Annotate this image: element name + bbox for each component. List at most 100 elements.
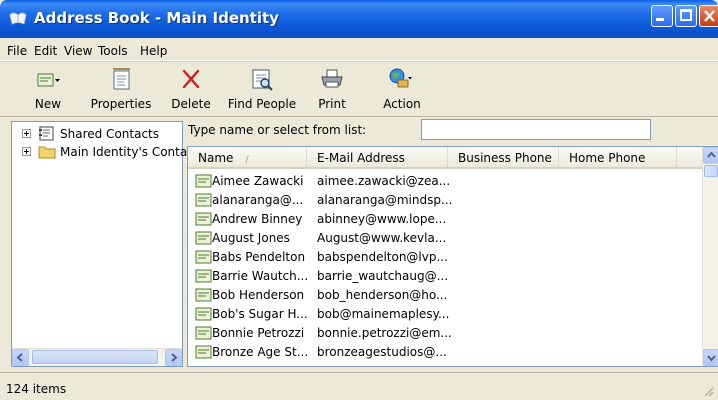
contact-card-icon (195, 231, 212, 245)
action-button[interactable]: Action (382, 62, 422, 116)
scroll-thumb[interactable] (704, 165, 718, 177)
contact-card-icon (195, 345, 212, 359)
shared-contacts-icon (39, 126, 54, 141)
contact-name: Babs Pendelton (212, 250, 306, 264)
chevron-up-icon (707, 151, 716, 158)
list-header: Name / E-Mail Address Business Phone Home… (188, 147, 704, 169)
chevron-right-icon (171, 353, 178, 362)
new-button[interactable]: New (30, 62, 66, 116)
table-row[interactable]: Bonnie Petrozzi bonnie.petrozzi@em... (188, 324, 704, 342)
new-label: New (34, 97, 62, 111)
menu-file[interactable]: File (7, 44, 27, 58)
status-bar: 124 items (0, 372, 718, 400)
contact-email: aimee.zawacki@zea... (317, 174, 451, 188)
contact-email: August@www.kevla... (317, 231, 447, 245)
contact-card-icon (195, 326, 212, 340)
contact-email: bob@mainemaplesy... (317, 307, 450, 321)
menu-tools[interactable]: Tools (98, 44, 128, 58)
contact-card-icon (195, 307, 212, 321)
search-label: Type name or select from list: (188, 123, 367, 137)
contact-card-icon (195, 288, 212, 302)
scroll-left-button[interactable] (12, 349, 29, 366)
folder-tree[interactable]: Shared Contacts Main Identity's Conta (11, 121, 187, 367)
table-row[interactable]: Andrew Binney abinney@www.lope... (188, 210, 704, 228)
contact-card-icon (195, 250, 212, 264)
minimize-icon (656, 18, 664, 21)
table-row[interactable]: Bob Henderson bob_henderson@ho... (188, 286, 704, 304)
column-header-label: E-Mail Address (317, 151, 405, 165)
print-button[interactable]: Print (314, 62, 350, 116)
contact-card-icon (195, 193, 212, 207)
print-icon (321, 69, 343, 88)
contact-email: bob_henderson@ho... (317, 288, 448, 302)
contact-email: bonnie.petrozzi@em... (317, 326, 452, 340)
maximize-icon (680, 9, 692, 21)
toolbar: New Properties Delete Find People Print … (0, 61, 718, 117)
table-row[interactable]: August Jones August@www.kevla... (188, 229, 704, 247)
table-row[interactable]: Aimee Zawacki aimee.zawacki@zea... (188, 172, 704, 190)
column-header-business-phone[interactable]: Business Phone (448, 147, 559, 167)
chevron-left-icon (16, 353, 23, 362)
find-people-label: Find People (227, 97, 297, 111)
find-people-button[interactable]: Find People (227, 62, 297, 116)
tree-item-label: Shared Contacts (60, 127, 159, 141)
column-header-name[interactable]: Name / (188, 147, 307, 167)
contact-email: babspendelton@lvp... (317, 250, 448, 264)
contact-email: abinney@www.lope... (317, 212, 447, 226)
contact-name: Aimee Zawacki (212, 174, 304, 188)
expand-icon[interactable] (22, 129, 31, 138)
expand-icon[interactable] (22, 147, 31, 156)
menu-help[interactable]: Help (140, 44, 167, 58)
contact-card-icon (195, 212, 212, 226)
scroll-up-button[interactable] (703, 147, 718, 164)
table-row[interactable]: Bob's Sugar H... bob@mainemaplesy... (188, 305, 704, 323)
item-count: 124 items (6, 382, 67, 396)
contact-name: August Jones (212, 231, 290, 245)
scroll-thumb[interactable] (32, 350, 158, 364)
contact-name: Bronze Age St... (212, 345, 309, 359)
table-row[interactable]: Barrie Wautch... barrie_wautchaug@... (188, 267, 704, 285)
new-contact-icon (37, 73, 60, 87)
contact-email: alanaranga@mindsp... (317, 193, 453, 207)
contact-name: Barrie Wautch... (212, 269, 309, 283)
contact-name: Bonnie Petrozzi (212, 326, 305, 340)
contact-list[interactable]: Name / E-Mail Address Business Phone Home… (187, 146, 718, 367)
column-header-label: Business Phone (458, 151, 552, 165)
delete-button[interactable]: Delete (170, 62, 212, 116)
chevron-down-icon (707, 355, 716, 362)
address-book-app-icon (9, 12, 27, 25)
window-title: Address Book - Main Identity (34, 9, 279, 27)
maximize-button[interactable] (675, 5, 697, 27)
resize-grip-icon[interactable] (702, 385, 714, 397)
menu-view[interactable]: View (64, 44, 92, 58)
table-row[interactable]: Babs Pendelton babspendelton@lvp... (188, 248, 704, 266)
table-row[interactable]: alanaranga@... alanaranga@mindsp... (188, 191, 704, 209)
print-label: Print (318, 97, 346, 111)
contact-email: bronzeagestudios@... (317, 345, 447, 359)
contact-card-icon (195, 174, 212, 188)
table-row[interactable]: Bronze Age St... bronzeagestudios@... (188, 343, 704, 361)
menu-edit[interactable]: Edit (34, 44, 57, 58)
scroll-down-button[interactable] (703, 349, 718, 366)
action-icon (389, 68, 412, 88)
tree-horizontal-scrollbar[interactable] (12, 348, 182, 366)
delete-label: Delete (171, 97, 211, 111)
folder-icon (38, 146, 56, 159)
address-book-window: Address Book - Main Identity File Edit V… (0, 0, 718, 400)
contact-name: Bob's Sugar H... (212, 307, 308, 321)
column-header-email[interactable]: E-Mail Address (307, 147, 448, 167)
menu-bar: File Edit View Tools Help (0, 38, 718, 61)
contact-email: barrie_wautchaug@... (317, 269, 449, 283)
search-input[interactable] (421, 119, 651, 140)
close-button[interactable] (699, 5, 718, 27)
action-label: Action (383, 97, 421, 111)
list-vertical-scrollbar[interactable] (702, 147, 718, 366)
properties-button[interactable]: Properties (88, 62, 154, 116)
column-header-home-phone[interactable]: Home Phone (559, 147, 677, 167)
title-bar[interactable]: Address Book - Main Identity (0, 0, 718, 38)
column-header-label: Name (198, 151, 234, 165)
tree-item-label: Main Identity's Conta (60, 145, 188, 159)
minimize-button[interactable] (651, 5, 673, 27)
scroll-right-button[interactable] (165, 349, 182, 366)
delete-icon (182, 69, 200, 89)
